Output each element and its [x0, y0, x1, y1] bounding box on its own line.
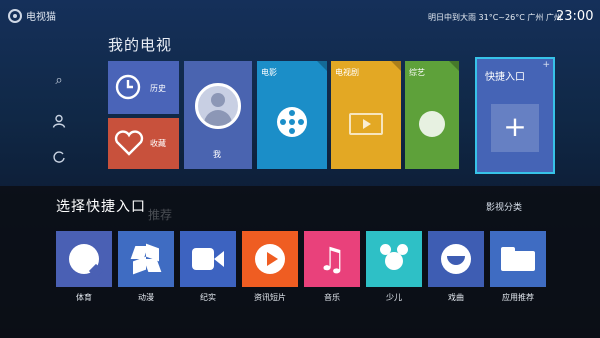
user-icon[interactable]	[52, 114, 66, 128]
tile-corner	[449, 61, 459, 71]
sports-icon	[69, 244, 99, 274]
music-note-icon: ♫	[317, 240, 347, 278]
app-news-clips[interactable]	[242, 231, 298, 287]
app-label: 纪实	[200, 293, 216, 302]
camera-icon	[192, 248, 224, 270]
app-label: 音乐	[324, 293, 340, 302]
category-link[interactable]: 影视分类	[486, 200, 522, 213]
tile-shortcut-label: 快捷入口	[485, 72, 525, 83]
plus-icon: +	[491, 104, 539, 152]
app-anime[interactable]	[118, 231, 174, 287]
tile-movie[interactable]: 电影	[257, 61, 327, 169]
tile-history[interactable]: 历史	[108, 61, 179, 114]
logo-icon	[8, 8, 22, 23]
opera-mask-icon	[441, 244, 471, 274]
tile-movie-label: 电影	[261, 68, 277, 77]
panel-title: 选择快捷入口	[56, 199, 146, 215]
logo-text: 电视猫	[26, 12, 56, 23]
tile-me-label: 我	[213, 150, 221, 159]
tile-me[interactable]: 我	[184, 61, 252, 169]
app-label: 动漫	[138, 293, 154, 302]
mouse-ears-icon	[379, 244, 409, 274]
clock-icon	[115, 74, 141, 100]
tile-drama[interactable]: 电视剧	[331, 61, 401, 169]
app-sports[interactable]	[56, 231, 112, 287]
app-opera[interactable]	[428, 231, 484, 287]
app-recommended[interactable]	[490, 231, 546, 287]
app-label: 戏曲	[448, 293, 464, 302]
app-label: 少儿	[386, 293, 402, 302]
weather-text: 明日中到大雨 31°C~26°C 广州 广州	[428, 13, 562, 22]
app-kids[interactable]	[366, 231, 422, 287]
tile-corner	[391, 61, 401, 71]
app-label: 体育	[76, 293, 92, 302]
app-documentary[interactable]	[180, 231, 236, 287]
app-label: 资讯短片	[254, 293, 286, 302]
tv-icon	[349, 113, 383, 135]
folder-icon	[501, 247, 535, 271]
tile-drama-label: 电视剧	[335, 68, 359, 77]
film-reel-icon	[277, 107, 307, 137]
avatar	[195, 83, 241, 129]
section-title: 我的电视	[108, 36, 173, 54]
clock: 23:00	[556, 9, 594, 24]
small-plus-icon: +	[542, 60, 550, 70]
tile-favorites-label: 收藏	[150, 139, 166, 148]
play-icon	[255, 244, 285, 274]
tile-corner	[317, 61, 327, 71]
refresh-icon[interactable]	[52, 150, 66, 164]
tile-variety-label: 综艺	[409, 68, 425, 77]
app-label: 应用推荐	[502, 293, 534, 302]
tile-variety[interactable]: 综艺	[405, 61, 459, 169]
background-section-title: 推荐	[148, 208, 173, 222]
microphone-icon	[419, 111, 445, 137]
search-icon[interactable]: ⌕	[52, 74, 66, 88]
app-logo: 电视猫	[8, 8, 56, 23]
tile-favorites[interactable]: 收藏	[108, 118, 179, 169]
heart-icon	[114, 130, 144, 156]
app-music[interactable]: ♫	[304, 231, 360, 287]
tile-shortcut[interactable]: + 快捷入口 +	[475, 57, 555, 174]
tile-history-label: 历史	[150, 84, 166, 93]
pinwheel-icon	[130, 243, 162, 275]
